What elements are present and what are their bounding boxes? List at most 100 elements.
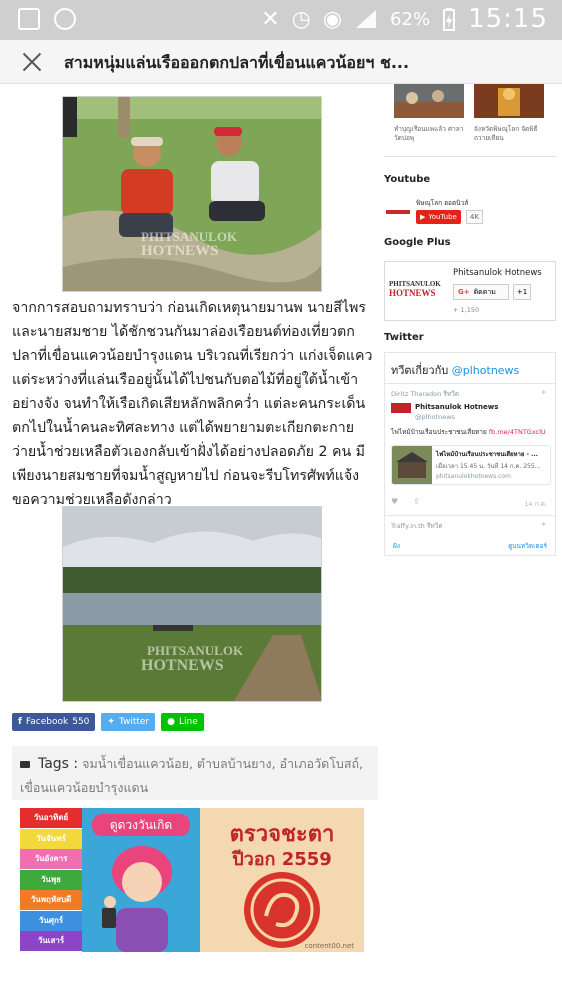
tweet-date: 14 ก.ค. (524, 500, 547, 508)
tweet-retweeter: Diritz Tharadon รีทวีต (391, 390, 459, 398)
gp-follow-button[interactable]: G+ ติดตาม (453, 284, 509, 300)
gp-page-logo: PHITSANULOK HOTNEWS (389, 280, 447, 298)
line-icon: ● (167, 717, 175, 727)
ad-right-panel: ตรวจชะตา ปีวอก 2559 content00.net (200, 808, 364, 952)
youtube-channel-logo (386, 206, 410, 218)
tags-label: Tags : (37, 756, 79, 772)
gp-follow-label: ติดตาม (473, 288, 496, 296)
youtube-play-icon: ▶ (420, 213, 426, 221)
ad-day-item: วันอาทิตย์ (20, 808, 82, 828)
line-share-button[interactable]: ● Line (161, 713, 204, 731)
tweet-card-desc: เมื่อเวลา 15.45 น. วันที่ 14 ก.ค. 255... (436, 463, 541, 470)
gp-page-name[interactable]: Phitsanulok Hotnews (453, 268, 542, 278)
line-label: Line (178, 717, 198, 727)
youtube-subscriber-count: 4K (466, 210, 484, 224)
tweet-link[interactable]: fb.me/4TNTGxclU (489, 428, 546, 436)
tweet-text-body: ไฟไหม้บ้านเรือนประชาชนเสียหาย (391, 428, 487, 436)
mute-icon: ✕ (261, 6, 280, 32)
twitter-icon: ✦ (107, 717, 115, 727)
related-thumb-1 (394, 84, 464, 118)
youtube-widget: พิษณุโลก ฮอตนิวส์ ▶ YouTube 4K (384, 196, 494, 230)
article-photo-men: PHITSANULOK HOTNEWS (62, 96, 322, 292)
ad-day-item: วันศุกร์ (20, 910, 82, 931)
ad-day-list: วันอาทิตย์ วันจันทร์ วันอังคาร วันพุธ วันพฤห… (20, 808, 82, 952)
alarm-icon: ◷ (291, 6, 311, 32)
ad-day-item: วันเสาร์ (20, 931, 82, 951)
gallery-notification-icon (18, 8, 40, 30)
article-photo-dam: PHITSANULOK HOTNEWS (62, 506, 322, 702)
twitter-timeline: ทวีตเกี่ยวกับ @plhotnews Diritz Tharadon… (384, 352, 556, 556)
watermark-bottom: HOTNEWS (141, 657, 224, 674)
tweet-link-card[interactable]: ไฟไหม้บ้านเรือนประชาชนเสียหาย - ... เมื่… (391, 445, 551, 485)
gp-plus-one-button[interactable]: +1 (513, 284, 531, 300)
youtube-subscribe-button[interactable]: ▶ YouTube (416, 210, 461, 224)
google-plus-icon: G+ (458, 288, 470, 296)
close-icon[interactable] (18, 48, 46, 76)
twitter-divider (385, 383, 555, 384)
article-paragraph: จากการสอบถามทราบว่า ก่อนเกิดเหตุนายมานพ … (12, 300, 373, 508)
related-caption-1: ทำบุญเรือนแพแล้ว ศาลาวัดบ่อพุ (394, 125, 464, 142)
gp-follower-count: + 1,150 (453, 306, 480, 314)
related-post-1[interactable]: ทำบุญเรือนแพแล้ว ศาลาวัดบ่อพุ (394, 84, 464, 143)
ad-left-banner: ดูดวงวันเกิด (92, 814, 190, 836)
ad-day-item: วันจันทร์ (20, 828, 82, 849)
tweet-card-thumbnail (392, 446, 432, 484)
tags-box: Tags : จมน้ำเขื่อนแควน้อย, ตำบลบ้านยาง, … (12, 746, 378, 800)
tweet-like-icon[interactable]: ♥ (391, 497, 398, 506)
ad-day-item: วันพฤหัสบดี (20, 890, 82, 910)
share-buttons: f Facebook 550 ✦ Twitter ● Line (12, 713, 204, 731)
sidebar-divider (384, 156, 556, 157)
twitter-divider (385, 515, 555, 516)
twitter-bird-icon: ✦ (540, 520, 547, 529)
twitter-timeline-title: ทวีตเกี่ยวกับ (391, 364, 449, 377)
gp-logo-top: PHITSANULOK (389, 280, 441, 288)
tweet-share-icon[interactable]: ⇪ (413, 497, 420, 506)
ad-day-item: วันพุธ (20, 869, 82, 890)
tweet-text: ไฟไหม้บ้านเรือนประชาชนเสียหาย fb.me/4TNT… (391, 427, 546, 437)
messenger-notification-icon (54, 8, 76, 30)
ad-right-year: ปีวอก 2559 (232, 849, 332, 870)
twitter-view-link[interactable]: ดูบนทวิตเตอร์ (508, 541, 547, 551)
related-post-2[interactable]: จังหวัดพิษณุโลก จัดพิธีถวายเทียน (474, 84, 544, 143)
ad-day-item: วันอังคาร (20, 849, 82, 869)
google-plus-widget: PHITSANULOK HOTNEWS Phitsanulok Hotnews … (384, 261, 556, 321)
related-thumb-2 (474, 84, 544, 118)
facebook-share-button[interactable]: f Facebook 550 (12, 713, 96, 731)
related-caption-2: จังหวัดพิษณุโลก จัดพิธีถวายเทียน (474, 125, 538, 142)
tweet-account-handle: @plhotnews (415, 413, 455, 421)
facebook-count: 550 (72, 717, 90, 727)
battery-icon (443, 8, 456, 31)
gp-logo-bottom: HOTNEWS (389, 288, 436, 298)
tag-icon (20, 761, 30, 768)
tweet-account-name[interactable]: Phitsanulok Hotnews (415, 403, 498, 411)
title-bar: สามหนุ่มแล่นเรือออกตกปลาที่เขื่อนแควน้อย… (0, 40, 562, 84)
youtube-heading: Youtube (384, 174, 431, 185)
ad-girl-illustration (102, 846, 172, 952)
monkey-zodiac-emblem (244, 872, 320, 948)
twitter-bird-icon: ✦ (540, 388, 547, 397)
google-plus-heading: Google Plus (384, 237, 451, 248)
battery-percent: 62% (390, 8, 431, 30)
twitter-embed-link[interactable]: ฝัง (393, 541, 400, 551)
watermark-bottom: HOTNEWS (141, 243, 219, 259)
ad-site: content00.net (304, 942, 354, 950)
facebook-icon: f (18, 717, 22, 727)
twitter-share-button[interactable]: ✦ Twitter (101, 713, 156, 731)
twitter-timeline-header: ทวีตเกี่ยวกับ @plhotnews (391, 361, 519, 379)
youtube-button-label: YouTube (428, 213, 457, 221)
tweet-card-title: ไฟไหม้บ้านเรือนประชาชนเสียหาย - ... (436, 451, 538, 458)
ad-banner[interactable]: วันอาทิตย์ วันจันทร์ วันอังคาร วันพุธ วันพฤห… (20, 808, 364, 952)
twitter-heading: Twitter (384, 332, 424, 343)
status-bar: ✕ ◷ ◉ 62% 15:15 (0, 0, 562, 40)
ad-left-panel: ดูดวงวันเกิด (82, 808, 200, 952)
tweet-retweeter-2: Traffy.in.th รีทวีต (391, 522, 443, 530)
tweet-card-domain: phitsanulokhotnews.com (436, 473, 511, 480)
facebook-label: Facebook (25, 717, 69, 727)
wifi-icon: ◉ (322, 6, 343, 32)
clock: 15:15 (468, 4, 548, 34)
twitter-label: Twitter (118, 717, 150, 727)
twitter-timeline-handle[interactable]: @plhotnews (452, 364, 520, 377)
tweet-avatar[interactable] (391, 403, 411, 413)
page-title: สามหนุ่มแล่นเรือออกตกปลาที่เขื่อนแควน้อย… (64, 53, 410, 72)
youtube-channel-name: พิษณุโลก ฮอตนิวส์ (416, 199, 469, 207)
